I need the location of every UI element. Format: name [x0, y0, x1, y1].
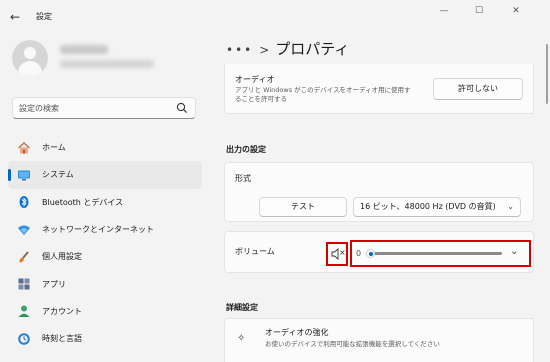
- deny-button[interactable]: 許可しない: [433, 78, 523, 100]
- sidebar-item-apps[interactable]: アプリ: [8, 270, 202, 297]
- window-title: 設定: [36, 12, 52, 21]
- bluetooth-icon: [16, 194, 32, 210]
- sidebar-item-personalization[interactable]: 個人用設定: [8, 243, 202, 270]
- sidebar-item-bluetooth[interactable]: Bluetooth とデバイス: [8, 189, 202, 216]
- close-icon[interactable]: ✕: [508, 6, 524, 16]
- sidebar-item-network[interactable]: ネットワークとインターネット: [8, 216, 202, 243]
- sidebar-item-time-language[interactable]: 時刻と言語: [8, 325, 202, 352]
- back-arrow-icon[interactable]: ←: [10, 10, 20, 24]
- clock-globe-icon: [16, 331, 32, 347]
- monitor-icon: [16, 167, 32, 183]
- brush-icon: [16, 249, 32, 265]
- audio-enhancement-card[interactable]: ✧ オーディオの強化 お使いのデバイスで利用可能な拡張機能を選択してください: [224, 318, 534, 362]
- page-title: プロパティ: [275, 40, 350, 58]
- volume-label: ボリューム: [235, 247, 275, 256]
- sidebar-item-label: 個人用設定: [42, 252, 82, 262]
- main-content: ••• > プロパティ オーディオ アプリと Windows がこのデバイスをオーデ…: [206, 34, 550, 362]
- apps-icon: [16, 276, 32, 292]
- audio-title: オーディオ: [235, 75, 275, 84]
- avatar: [12, 40, 48, 76]
- minimize-icon[interactable]: —: [436, 6, 452, 16]
- user-name-redacted: [60, 45, 108, 54]
- volume-value: 0: [356, 249, 362, 258]
- output-settings-heading: 出力の設定: [226, 145, 266, 154]
- format-value: 16 ビット、48000 Hz (DVD の音質): [360, 202, 496, 211]
- format-dropdown[interactable]: 16 ビット、48000 Hz (DVD の音質) ⌄: [353, 197, 521, 217]
- sidebar-item-label: アカウント: [42, 306, 82, 316]
- test-button[interactable]: テスト: [259, 197, 347, 217]
- sidebar-item-accounts[interactable]: アカウント: [8, 298, 202, 325]
- breadcrumb-overflow[interactable]: •••: [226, 43, 253, 57]
- sidebar-item-label: アプリ: [42, 279, 66, 289]
- sidebar-nav: ホーム システム Bluetooth とデバイス ネットワークとインターネット …: [8, 134, 202, 352]
- audio-description: アプリと Windows がこのデバイスをオーディオ用に使用す ることを許可する: [235, 86, 411, 103]
- format-label: 形式: [235, 174, 251, 183]
- search-box[interactable]: [12, 97, 196, 119]
- audio-permission-card: オーディオ アプリと Windows がこのデバイスをオーディオ用に使用す ること…: [224, 64, 534, 114]
- chevron-down-icon[interactable]: ⌄: [510, 246, 518, 257]
- search-icon[interactable]: [175, 101, 189, 115]
- user-email-redacted: [60, 60, 154, 68]
- chevron-down-icon: ⌄: [507, 202, 514, 211]
- search-input[interactable]: [19, 100, 169, 116]
- sidebar-item-system[interactable]: システム: [8, 161, 202, 189]
- format-card: 形式 テスト 16 ビット、48000 Hz (DVD の音質) ⌄: [224, 162, 534, 222]
- sidebar-item-label: Bluetooth とデバイス: [42, 197, 124, 207]
- advanced-settings-heading: 詳細設定: [226, 303, 258, 312]
- mute-x: ×: [339, 248, 346, 257]
- account-icon: [16, 303, 32, 319]
- sidebar-item-home[interactable]: ホーム: [8, 134, 202, 161]
- sidebar-item-label: 時刻と言語: [42, 334, 82, 344]
- scrollbar[interactable]: [546, 44, 548, 104]
- sidebar-item-label: システム: [42, 170, 74, 180]
- volume-slider-thumb[interactable]: [366, 249, 375, 258]
- home-icon: [16, 140, 32, 156]
- enhancement-description: お使いのデバイスで利用可能な拡張機能を選択してください: [265, 340, 440, 348]
- sidebar-item-label: ホーム: [42, 143, 66, 153]
- sidebar-item-label: ネットワークとインターネット: [42, 225, 154, 235]
- sparkle-icon: ✧: [237, 333, 246, 344]
- enhancement-title: オーディオの強化: [265, 328, 329, 337]
- wifi-icon: [16, 222, 32, 238]
- mute-button[interactable]: ×: [330, 246, 346, 262]
- breadcrumb: ••• > プロパティ: [226, 38, 349, 59]
- volume-slider[interactable]: [366, 249, 502, 258]
- chevron-right-icon: >: [259, 43, 270, 57]
- maximize-icon[interactable]: ☐: [471, 6, 487, 16]
- title-bar: ← 設定 — ☐ ✕: [0, 0, 550, 34]
